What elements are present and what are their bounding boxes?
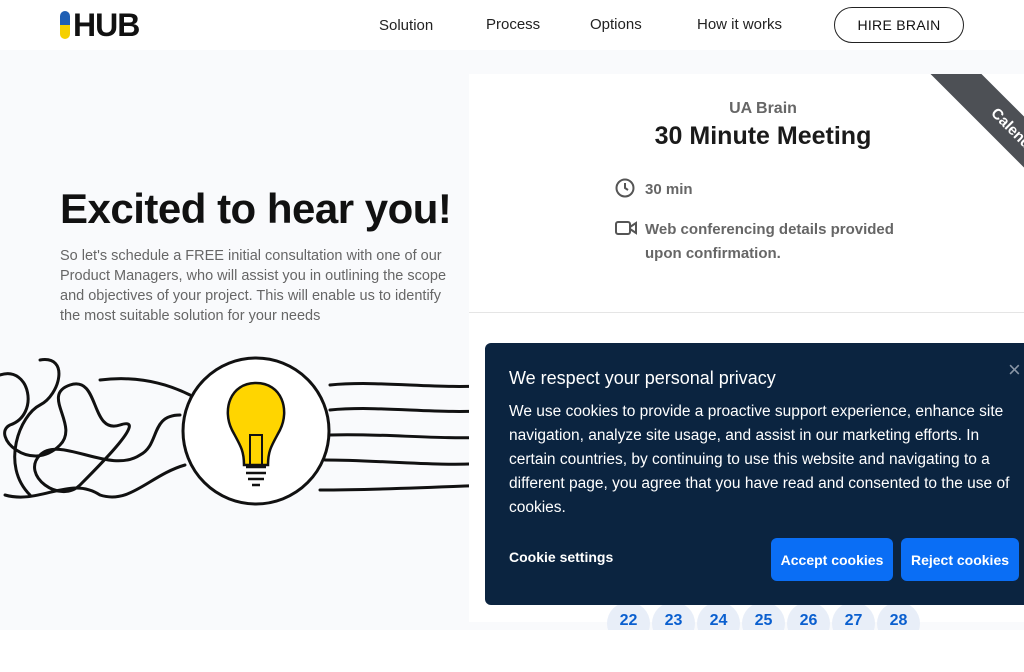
event-title: 30 Minute Meeting [654, 122, 872, 150]
logo-pill-icon [60, 11, 70, 39]
logo-text: HUB [73, 7, 140, 43]
nav-process[interactable]: Process [486, 16, 540, 33]
reject-cookies-button[interactable]: Reject cookies [901, 538, 1019, 581]
cookie-banner: We respect your personal privacy × We us… [485, 343, 1024, 605]
idea-illustration [0, 356, 505, 506]
cookie-settings-button[interactable]: Cookie settings [509, 549, 613, 565]
nav-solution[interactable]: Solution [379, 17, 433, 34]
duration: 30 min [645, 181, 693, 198]
organizer-name: UA Brain [729, 100, 797, 117]
video-camera-icon [615, 218, 637, 266]
clock-icon [615, 178, 637, 206]
accept-cookies-button[interactable]: Accept cookies [771, 538, 893, 581]
header: HUB Solution Process Options How it work… [0, 0, 1024, 50]
close-icon[interactable]: × [1008, 357, 1021, 383]
hero-title: Excited to hear you! [60, 185, 452, 232]
hero-text: So let's schedule a FREE initial consult… [60, 248, 447, 324]
conferencing-info: Web conferencing details provided upon c… [645, 221, 894, 262]
logo[interactable]: HUB [60, 7, 140, 43]
nav-options[interactable]: Options [590, 16, 642, 33]
divider [469, 312, 1024, 313]
cookie-text: We use cookies to provide a proactive su… [509, 403, 1010, 516]
hire-brain-button[interactable]: HIRE BRAIN [834, 7, 964, 43]
nav-how-it-works[interactable]: How it works [697, 16, 782, 33]
footer [0, 630, 1024, 672]
cookie-title: We respect your personal privacy [509, 368, 776, 388]
